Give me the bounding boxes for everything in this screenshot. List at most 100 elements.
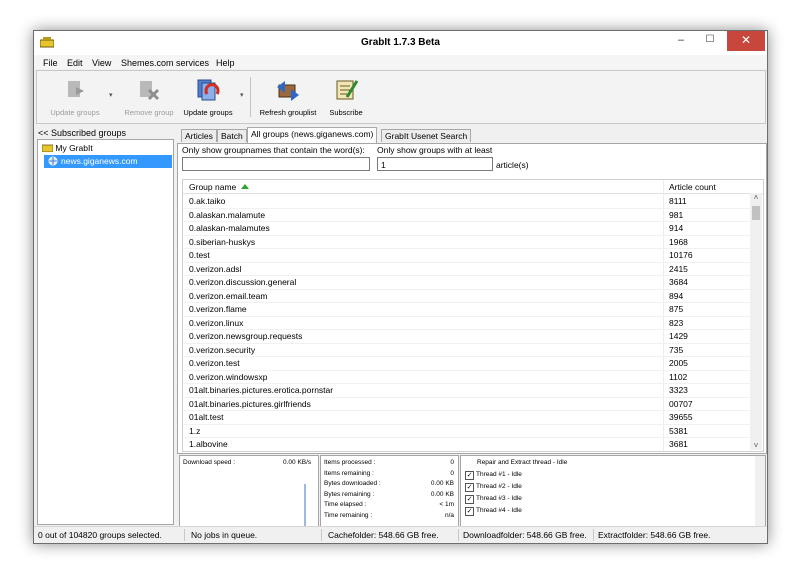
group-name-cell: 0.test [189, 250, 210, 260]
vertical-scrollbar[interactable]: ˄ ˅ [750, 193, 762, 450]
close-button[interactable]: ✕ [727, 31, 765, 51]
thread-label: Thread #2 - Idle [476, 483, 522, 490]
status-selected: 0 out of 104820 groups selected. [38, 530, 162, 540]
column-group-name[interactable]: Group name [189, 182, 236, 192]
stat-value: 0.00 KB [430, 480, 454, 487]
group-name-cell: 0.verizon.linux [189, 317, 244, 328]
table-row[interactable]: 1.z 5381 [183, 424, 751, 438]
table-row[interactable]: 0.verizon.discussion.general 3684 [183, 275, 751, 290]
thread-checkbox[interactable]: ✓ [465, 507, 474, 516]
menu-help[interactable]: Help [216, 58, 235, 68]
group-name-cell: 1.z [189, 425, 201, 436]
thread-label: Thread #4 - Idle [476, 507, 522, 514]
scroll-down-icon[interactable]: ˅ [750, 441, 762, 450]
menu-view[interactable]: View [92, 58, 111, 68]
refresh-grouplist-button[interactable]: Refresh grouplist [257, 75, 319, 119]
remove-group-button[interactable]: Remove group [119, 75, 179, 119]
update-groups2-label: Update groups [183, 108, 233, 117]
progress-stats-panel: Items processed : 0 Items remaining : 0 Byte… [320, 455, 459, 527]
article-count-cell: 00707 [669, 398, 693, 409]
speed-graph [304, 484, 306, 526]
stat-label: Time remaining : [324, 511, 373, 519]
group-name-cell: 0.verizon.discussion.general [189, 277, 297, 287]
thread-checkbox[interactable]: ✓ [465, 471, 474, 480]
stat-label: Bytes downloaded : [324, 480, 381, 487]
server-icon [48, 156, 58, 166]
group-name-cell: 0.verizon.email.team [189, 290, 268, 301]
table-row[interactable]: 0.ak.taiko 8111 [183, 194, 751, 209]
min-articles-label: Only show groups with at least [377, 145, 493, 155]
table-row[interactable]: 1.albovine 3681 [183, 437, 751, 451]
update-groups2-dropdown-icon[interactable]: ▾ [240, 91, 244, 99]
thread-checkbox[interactable]: ✓ [465, 495, 474, 504]
group-name-cell: 0.verizon.adsl [189, 263, 242, 274]
article-count-cell: 3684 [669, 277, 688, 287]
update-groups-dropdown-icon[interactable]: ▾ [109, 91, 113, 99]
window-title: GrabIt 1.7.3 Beta [361, 37, 440, 48]
name-filter-label: Only show groupnames that contain the wo… [182, 145, 365, 155]
table-row[interactable]: 0.verizon.newsgroup.requests 1429 [183, 329, 751, 344]
threads-header: Repair and Extract thread - Idle [477, 459, 568, 466]
article-count-cell: 3323 [669, 385, 688, 395]
subscribed-groups-header[interactable]: << Subscribed groups [38, 128, 126, 138]
table-row[interactable]: 01alt.test 39655 [183, 410, 751, 425]
tab-all-groups[interactable]: All groups (news.giganews.com) [247, 127, 378, 143]
thread-checkbox[interactable]: ✓ [465, 483, 474, 492]
tree-item-label: My GrabIt [55, 143, 93, 153]
update-groups-disabled-button[interactable]: Update groups [45, 75, 105, 119]
app-window: GrabIt 1.7.3 Beta – ☐ ✕ File Edit View S… [33, 30, 768, 544]
table-row[interactable]: 0.alaskan-malamutes 914 [183, 221, 751, 236]
server-label: news.giganews.com [61, 156, 138, 166]
stat-value: < 1m [439, 501, 454, 508]
table-row[interactable]: 0.verizon.windowsxp 1102 [183, 370, 751, 384]
group-name-cell: 0.verizon.newsgroup.requests [189, 331, 303, 341]
table-row[interactable]: 0.verizon.flame 875 [183, 302, 751, 317]
scroll-thumb[interactable] [752, 206, 760, 220]
group-list-header: Group name Article count [183, 180, 763, 194]
table-row[interactable]: 01alt.binaries.pictures.girlfriends 00707 [183, 397, 751, 411]
table-row[interactable]: 0.verizon.email.team 894 [183, 289, 751, 303]
min-articles-input[interactable]: 1 [377, 157, 493, 171]
column-article-count[interactable]: Article count [669, 182, 716, 192]
table-row[interactable]: 0.alaskan.malamute 981 [183, 208, 751, 222]
update-groups-refresh-icon [197, 79, 220, 101]
minimize-button[interactable]: – [667, 31, 695, 51]
title-bar[interactable]: GrabIt 1.7.3 Beta – ☐ ✕ [34, 31, 767, 55]
tab-usenet-search[interactable]: GrabIt Usenet Search [381, 129, 472, 142]
table-row[interactable]: 0.siberian-huskys 1968 [183, 235, 751, 249]
threads-scrollbar[interactable] [755, 456, 765, 526]
group-name-cell: 0.ak.taiko [189, 196, 226, 206]
tab-articles[interactable]: Articles [181, 129, 217, 142]
table-row[interactable]: 01alt.binaries.pictures.erotica.pornstar… [183, 383, 751, 398]
subscribe-button[interactable]: Subscribe [322, 75, 370, 119]
tab-batch[interactable]: Batch [217, 129, 247, 142]
name-filter-input[interactable] [182, 157, 370, 171]
status-extractfolder: Extractfolder: 548.66 GB free. [598, 530, 711, 540]
stat-label: Time elapsed : [324, 501, 367, 508]
maximize-button[interactable]: ☐ [696, 31, 724, 51]
table-row[interactable]: 0.verizon.test 2005 [183, 356, 751, 371]
group-name-cell: 0.verizon.test [189, 358, 240, 368]
stat-value: 0.00 KB [430, 490, 454, 498]
group-list[interactable]: Group name Article count 0.ak.taiko 8111 0… [182, 179, 764, 452]
table-row[interactable]: 0.test 10176 [183, 248, 751, 263]
article-count-cell: 8111 [669, 196, 687, 206]
status-separator [593, 529, 594, 541]
update-groups-button[interactable]: Update groups [180, 75, 236, 119]
menu-edit[interactable]: Edit [67, 58, 83, 68]
article-count-cell: 914 [669, 223, 684, 233]
menu-services[interactable]: Shemes.com services [121, 58, 209, 68]
tree-item-server[interactable]: news.giganews.com [44, 155, 172, 168]
article-count-cell: 39655 [669, 412, 693, 422]
stat-value: 0 [450, 459, 454, 466]
table-row[interactable]: 0.verizon.adsl 2415 [183, 262, 751, 276]
article-count-cell: 894 [669, 290, 684, 301]
tree-item-my-grabit[interactable]: My GrabIt [41, 143, 93, 155]
table-row[interactable]: 0.verizon.linux 823 [183, 316, 751, 330]
menu-file[interactable]: File [43, 58, 58, 68]
grabit-folder-icon [41, 144, 54, 153]
table-row[interactable]: 0.verizon.security 735 [183, 343, 751, 357]
scroll-up-icon[interactable]: ˄ [750, 193, 762, 202]
subscribed-groups-tree: My GrabIt news.giganews.com [37, 139, 174, 525]
thread-label: Thread #3 - Idle [476, 495, 522, 502]
